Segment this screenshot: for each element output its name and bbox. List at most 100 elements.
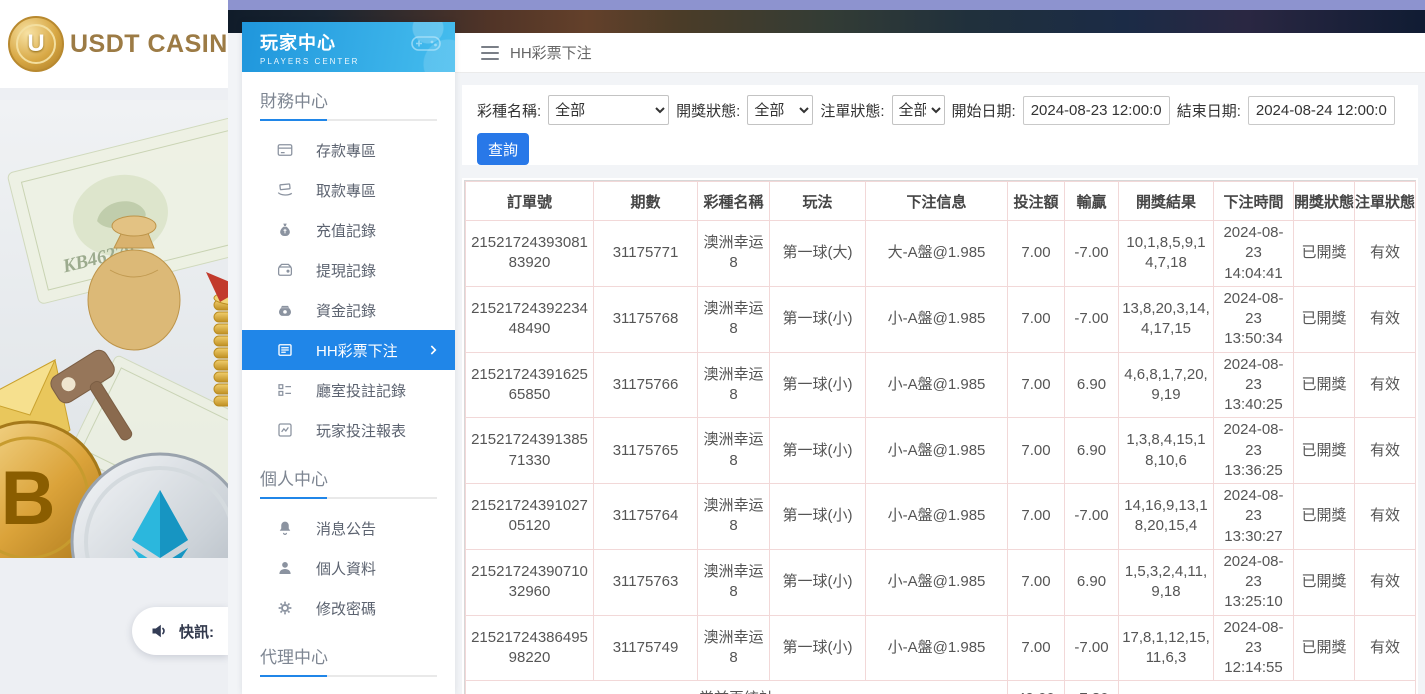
search-button[interactable]: 查詢 (477, 133, 529, 165)
table-cell: 小-A盤@1.985 (866, 418, 1008, 484)
table-cell: 7.00 (1008, 484, 1065, 550)
table-cell: 已開獎 (1294, 352, 1355, 418)
section-label: 個人中心 (260, 465, 437, 490)
table-cell: 2152172439071032960 (466, 549, 594, 615)
total-empty (1119, 681, 1416, 694)
lottery-filter-label: 彩種名稱: (477, 100, 541, 121)
wallet-icon (276, 261, 294, 279)
column-header: 投注額 (1008, 182, 1065, 221)
table-cell: 2152172439308183920 (466, 221, 594, 287)
sidebar-item-bell[interactable]: 消息公告 (242, 508, 455, 548)
table-cell: 2024-08-23 14:04:41 (1214, 221, 1294, 287)
table-cell: 小-A盤@1.985 (866, 484, 1008, 550)
table-cell: 澳洲幸运8 (698, 286, 770, 352)
table-cell: 小-A盤@1.985 (866, 615, 1008, 681)
table-cell: 31175764 (594, 484, 698, 550)
order-status-select[interactable]: 全部 (892, 95, 945, 125)
sidebar-item-gear[interactable]: 修改密碼 (242, 588, 455, 628)
table-cell: 31175765 (594, 418, 698, 484)
sidebar-item-purse[interactable]: 資金記錄 (242, 290, 455, 330)
table-cell: 有效 (1355, 352, 1416, 418)
table-cell: 4,6,8,1,7,20,9,19 (1119, 352, 1214, 418)
column-header: 期數 (594, 182, 698, 221)
sidebar-item-label: 廳室投註記錄 (316, 380, 406, 401)
sidebar-header: 玩家中心 PLAYERS CENTER (242, 22, 455, 72)
sidebar-item-label: 提現記錄 (316, 260, 376, 281)
room-record-icon (276, 381, 294, 399)
lottery-bet-icon (276, 341, 294, 359)
table-cell: 6.90 (1065, 549, 1119, 615)
speaker-icon (150, 621, 170, 641)
column-header: 開獎結果 (1119, 182, 1214, 221)
filter-panel: 彩種名稱: 全部 開獎狀態: 全部 注單狀態: 全部 開始日期: 結束日期: 查… (462, 85, 1418, 165)
table-cell: 第一球(小) (770, 484, 866, 550)
sidebar-item-room-record[interactable]: 廳室投註記錄 (242, 370, 455, 410)
table-cell: 有效 (1355, 484, 1416, 550)
sidebar-item-lottery-bet[interactable]: HH彩票下注 (242, 330, 455, 370)
user-icon (276, 559, 294, 577)
table-cell: 6.90 (1065, 352, 1119, 418)
table-cell: 已開獎 (1294, 418, 1355, 484)
table-cell: 第一球(小) (770, 615, 866, 681)
section-underline (260, 119, 437, 121)
section-underline (260, 497, 437, 499)
sidebar-item-user[interactable]: 個人資料 (242, 548, 455, 588)
logo-letter: U (16, 24, 56, 64)
brand-name: USDT CASINO (70, 30, 248, 59)
table-cell: 第一球(大) (770, 221, 866, 287)
draw-status-select[interactable]: 全部 (747, 95, 813, 125)
table-cell: -7.00 (1065, 484, 1119, 550)
table-cell: 已開獎 (1294, 549, 1355, 615)
menu-icon[interactable] (481, 46, 499, 60)
sidebar-item-withdraw[interactable]: 取款專區 (242, 170, 455, 210)
table-cell: 2152172438649598220 (466, 615, 594, 681)
sidebar-item-wallet[interactable]: 提現記錄 (242, 250, 455, 290)
table-cell: 2152172439162565850 (466, 352, 594, 418)
table-cell: 31175768 (594, 286, 698, 352)
sidebar-item-label: 玩家投注報表 (316, 420, 406, 441)
start-date-input[interactable] (1023, 96, 1170, 125)
draw-status-label: 開獎狀態: (676, 100, 740, 121)
table-cell: 13,8,20,3,14,4,17,15 (1119, 286, 1214, 352)
report-icon (276, 421, 294, 439)
sidebar-item-deposit[interactable]: 存款專區 (242, 130, 455, 170)
table-cell: 2024-08-23 12:14:55 (1214, 615, 1294, 681)
top-strip (228, 0, 1425, 10)
ticker-label: 快訊: (179, 621, 214, 642)
table-row: 215217243910270512031175764澳洲幸运8第一球(小)小-… (466, 484, 1416, 550)
table-cell: 7.00 (1008, 615, 1065, 681)
table-cell: 有效 (1355, 615, 1416, 681)
page: U USDT CASINO (0, 0, 1425, 694)
table-cell: 6.90 (1065, 418, 1119, 484)
sidebar-item-label: HH彩票下注 (316, 340, 398, 361)
svg-text:B: B (1, 456, 56, 541)
table-cell: 31175763 (594, 549, 698, 615)
end-date-input[interactable] (1248, 96, 1395, 125)
table-cell: 已開獎 (1294, 286, 1355, 352)
table-row: 215217243922344849031175768澳洲幸运8第一球(小)小-… (466, 286, 1416, 352)
section-label: 代理中心 (260, 643, 437, 668)
sidebar-item-moneybag[interactable]: 充值記錄 (242, 210, 455, 250)
table-cell: 31175749 (594, 615, 698, 681)
table-cell: 2152172439102705120 (466, 484, 594, 550)
table-row: 215217243864959822031175749澳洲幸运8第一球(小)小-… (466, 615, 1416, 681)
table-cell: 已開獎 (1294, 221, 1355, 287)
purse-icon (276, 301, 294, 319)
total-bet: 49.00 (1008, 681, 1065, 694)
order-status-label: 注單狀態: (820, 100, 884, 121)
brand-logo[interactable]: U USDT CASINO (0, 0, 228, 88)
sidebar-item-label: 存款專區 (316, 140, 376, 161)
column-header: 下注信息 (866, 182, 1008, 221)
lottery-select[interactable]: 全部 (548, 95, 669, 125)
table-cell: 7.00 (1008, 418, 1065, 484)
sidebar-item-document[interactable]: 代理規則說明 (242, 686, 455, 694)
sidebar-item-report[interactable]: 玩家投注報表 (242, 410, 455, 450)
column-header: 玩法 (770, 182, 866, 221)
table-cell: 2024-08-23 13:50:34 (1214, 286, 1294, 352)
news-ticker[interactable]: 快訊: (132, 607, 228, 655)
table-cell: 7.00 (1008, 286, 1065, 352)
table-cell: 有效 (1355, 549, 1416, 615)
table-cell: 10,1,8,5,9,14,7,18 (1119, 221, 1214, 287)
sidebar-subtitle: PLAYERS CENTER (260, 57, 455, 66)
table-row: 215217243916256585031175766澳洲幸运8第一球(小)小-… (466, 352, 1416, 418)
